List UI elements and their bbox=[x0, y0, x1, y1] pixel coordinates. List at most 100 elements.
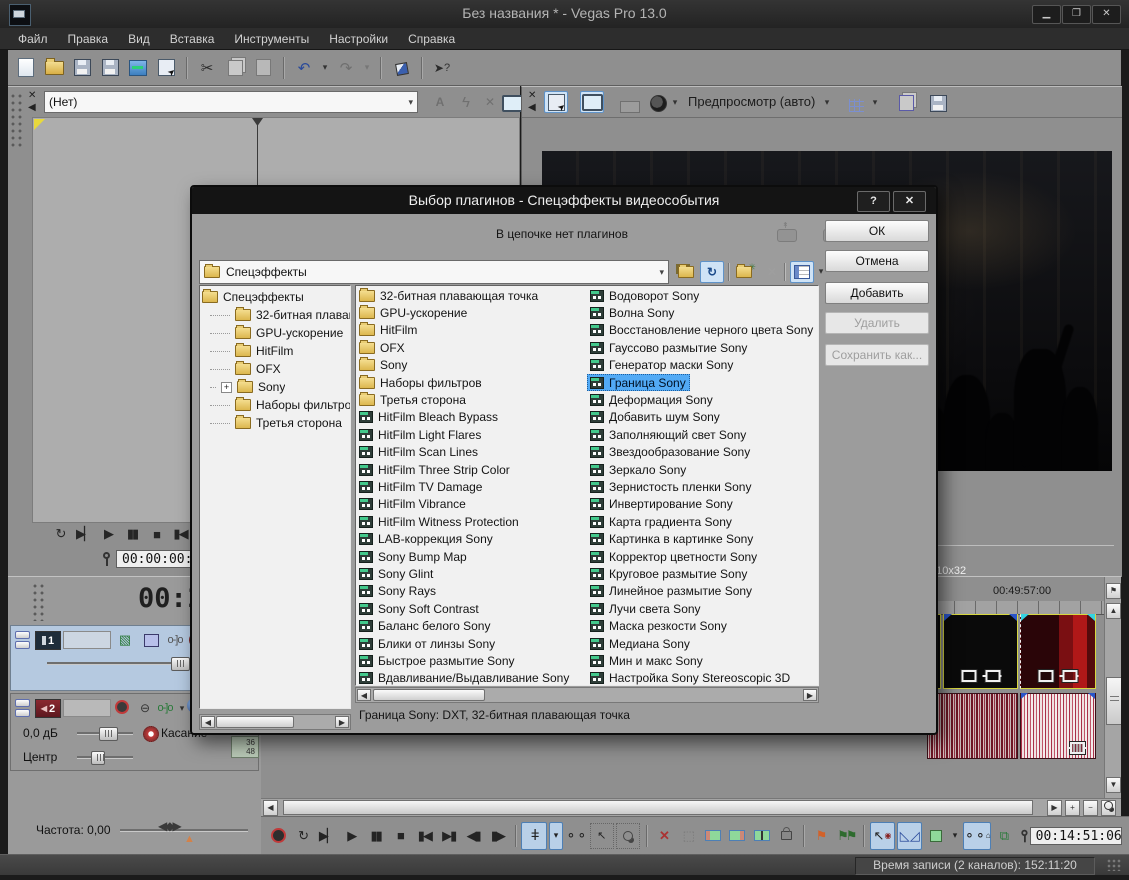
fade-handle[interactable] bbox=[944, 614, 952, 621]
pause-button[interactable]: ▮▮ bbox=[120, 523, 144, 545]
plugin-list-item[interactable]: HitFilm Witness Protection bbox=[356, 513, 587, 530]
next-frame-button[interactable]: ▮▶ bbox=[486, 824, 508, 848]
scroll-right-button[interactable]: ▶ bbox=[335, 716, 349, 728]
event-properties-button[interactable] bbox=[154, 56, 178, 80]
plugin-list-item[interactable]: GPU-ускорение bbox=[356, 304, 587, 321]
scroll-left-button[interactable]: ◀ bbox=[357, 689, 371, 701]
plugin-list-item[interactable]: Вдавливание/Выдавливание Sony bbox=[356, 670, 587, 686]
trim-start-button[interactable] bbox=[702, 824, 724, 848]
video-event-selected[interactable] bbox=[943, 614, 1018, 689]
interaction-tool-button[interactable] bbox=[389, 56, 413, 80]
tree-item[interactable]: Наборы фильтров bbox=[202, 396, 350, 414]
tree-item-root[interactable]: Спецэффекты bbox=[202, 288, 350, 306]
plugin-list-item[interactable]: Sony bbox=[356, 357, 587, 374]
tree-item[interactable]: HitFilm bbox=[202, 342, 350, 360]
tree-item[interactable]: GPU-ускорение bbox=[202, 324, 350, 342]
dialog-title-bar[interactable]: Выбор плагинов - Спецэффекты видеособыти… bbox=[192, 187, 936, 214]
plugin-list-item[interactable]: Sony Soft Contrast bbox=[356, 600, 587, 617]
plugin-list-item[interactable]: OFX bbox=[356, 339, 587, 356]
insert-region-button[interactable]: ⚑⚑ bbox=[835, 824, 857, 848]
restore-button[interactable]: ❐ bbox=[1062, 5, 1091, 24]
pan-slider[interactable] bbox=[77, 756, 133, 758]
plugin-list-item[interactable]: Наборы фильтров bbox=[356, 374, 587, 391]
dialog-close-button[interactable]: ✕ bbox=[893, 191, 926, 212]
volume-slider[interactable] bbox=[77, 732, 133, 734]
zoom-in-button[interactable]: + bbox=[1065, 800, 1080, 816]
resize-grip[interactable] bbox=[1107, 859, 1121, 871]
play-button[interactable]: ▶ bbox=[340, 824, 362, 848]
undo-dropdown[interactable]: ▾ bbox=[320, 62, 330, 73]
pause-button[interactable]: ▮▮ bbox=[364, 824, 386, 848]
plugin-list[interactable]: 32-битная плавающая точкаGPU-ускорениеHi… bbox=[355, 285, 819, 686]
track-fx-icon[interactable]: o‑]o bbox=[153, 697, 177, 719]
tree-item[interactable]: Третья сторона bbox=[202, 414, 350, 432]
save-button[interactable] bbox=[70, 56, 94, 80]
copy-snapshot-button[interactable] bbox=[894, 92, 918, 114]
plugin-list-item[interactable]: Sony Rays bbox=[356, 583, 587, 600]
tree-hscrollbar[interactable]: ◀ ▶ bbox=[199, 714, 351, 730]
save-snapshot-button[interactable] bbox=[926, 92, 950, 114]
plugin-list-item[interactable]: Волна Sony bbox=[587, 304, 818, 321]
go-to-start-button[interactable]: ▮◀ bbox=[168, 523, 192, 545]
fade-handle[interactable] bbox=[1087, 614, 1095, 621]
menu-item-1[interactable]: Файл bbox=[8, 30, 58, 48]
lock-button[interactable] bbox=[775, 824, 797, 848]
plugin-list-item[interactable]: HitFilm Scan Lines bbox=[356, 444, 587, 461]
fade-handle[interactable] bbox=[1009, 614, 1017, 621]
slider-thumb[interactable] bbox=[99, 727, 118, 741]
tree-expand-icon[interactable]: + bbox=[221, 382, 232, 393]
menu-item-4[interactable]: Вставка bbox=[160, 30, 225, 48]
plugin-list-item[interactable]: Картинка в картинке Sony bbox=[587, 530, 818, 547]
snapping-button[interactable]: ↖◉ bbox=[870, 822, 895, 850]
grid-dropdown[interactable]: ▾ bbox=[870, 97, 880, 108]
track-fx-icon[interactable]: o‑]o bbox=[163, 629, 187, 651]
plugin-list-item[interactable]: HitFilm bbox=[356, 322, 587, 339]
menu-item-7[interactable]: Справка bbox=[398, 30, 465, 48]
loop-playback-button[interactable]: ↻ bbox=[291, 824, 313, 848]
plugin-list-item[interactable]: Быстрое размытие Sony bbox=[356, 652, 587, 669]
minimize-button[interactable]: ▁ bbox=[1032, 5, 1061, 24]
pane-close-icon[interactable]: ✕ bbox=[28, 91, 36, 101]
preview-mode-dropdown[interactable]: ▾ bbox=[822, 97, 832, 108]
plugin-list-item[interactable]: Маска резкости Sony bbox=[587, 617, 818, 634]
plugin-list-item[interactable]: Водоворот Sony bbox=[587, 287, 818, 304]
track-name-field[interactable] bbox=[63, 699, 111, 717]
edit-tool-button[interactable]: ǂ bbox=[521, 822, 546, 850]
whats-this-help-button[interactable]: ➤? bbox=[430, 56, 454, 80]
undo-button[interactable]: ↶ bbox=[292, 56, 316, 80]
go-to-end-button[interactable]: ▶▮ bbox=[438, 824, 460, 848]
plugin-list-item[interactable]: Третья сторона bbox=[356, 391, 587, 408]
tree-hscroll-thumb[interactable] bbox=[216, 716, 294, 728]
plugin-list-item[interactable]: Звездообразование Sony bbox=[587, 444, 818, 461]
folder-tree[interactable]: Спецэффекты32-битная плавающая точкаGPU-… bbox=[199, 285, 351, 709]
menu-item-6[interactable]: Настройки bbox=[319, 30, 398, 48]
dock-drag-handle[interactable] bbox=[10, 93, 24, 149]
plugin-list-item[interactable]: HitFilm Three Strip Color bbox=[356, 461, 587, 478]
insert-mode-dropdown[interactable]: ▾ bbox=[949, 824, 962, 848]
menu-item-3[interactable]: Вид bbox=[118, 30, 160, 48]
plugin-list-item[interactable]: Баланс белого Sony bbox=[356, 617, 587, 634]
track-motion-icon[interactable] bbox=[139, 629, 163, 651]
cut-button[interactable]: ✂ bbox=[195, 56, 219, 80]
plugin-list-item[interactable]: HitFilm TV Damage bbox=[356, 478, 587, 495]
plugin-list-item[interactable]: Заполняющий свет Sony bbox=[587, 426, 818, 443]
plugin-list-item[interactable]: Зеркало Sony bbox=[587, 461, 818, 478]
automation-gear-icon[interactable] bbox=[143, 726, 159, 742]
event-fx-icon[interactable] bbox=[1070, 742, 1085, 754]
track-collapse-buttons[interactable] bbox=[15, 631, 30, 649]
vscroll-thumb[interactable] bbox=[1106, 677, 1121, 725]
video-event[interactable] bbox=[1020, 614, 1096, 689]
bypass-motion-blur-icon[interactable]: ▧ bbox=[113, 629, 137, 651]
project-properties-button[interactable] bbox=[98, 56, 122, 80]
arm-record-icon[interactable] bbox=[115, 700, 129, 714]
plugin-list-item-selected[interactable]: Граница Sony bbox=[587, 374, 690, 391]
pane-pin-icon[interactable]: ◀ bbox=[28, 103, 36, 113]
event-fx-icon[interactable] bbox=[985, 670, 1000, 682]
split-button[interactable] bbox=[751, 824, 773, 848]
tree-item[interactable]: 32-битная плавающая точка bbox=[202, 306, 350, 324]
plugin-list-item[interactable]: Круговое размытие Sony bbox=[587, 565, 818, 582]
scroll-right-button[interactable]: ▶ bbox=[1047, 800, 1062, 816]
preview-pin-icon[interactable]: ◀ bbox=[528, 103, 536, 113]
hscroll-thumb[interactable] bbox=[283, 800, 1033, 815]
scroll-left-button[interactable]: ◀ bbox=[263, 800, 278, 816]
